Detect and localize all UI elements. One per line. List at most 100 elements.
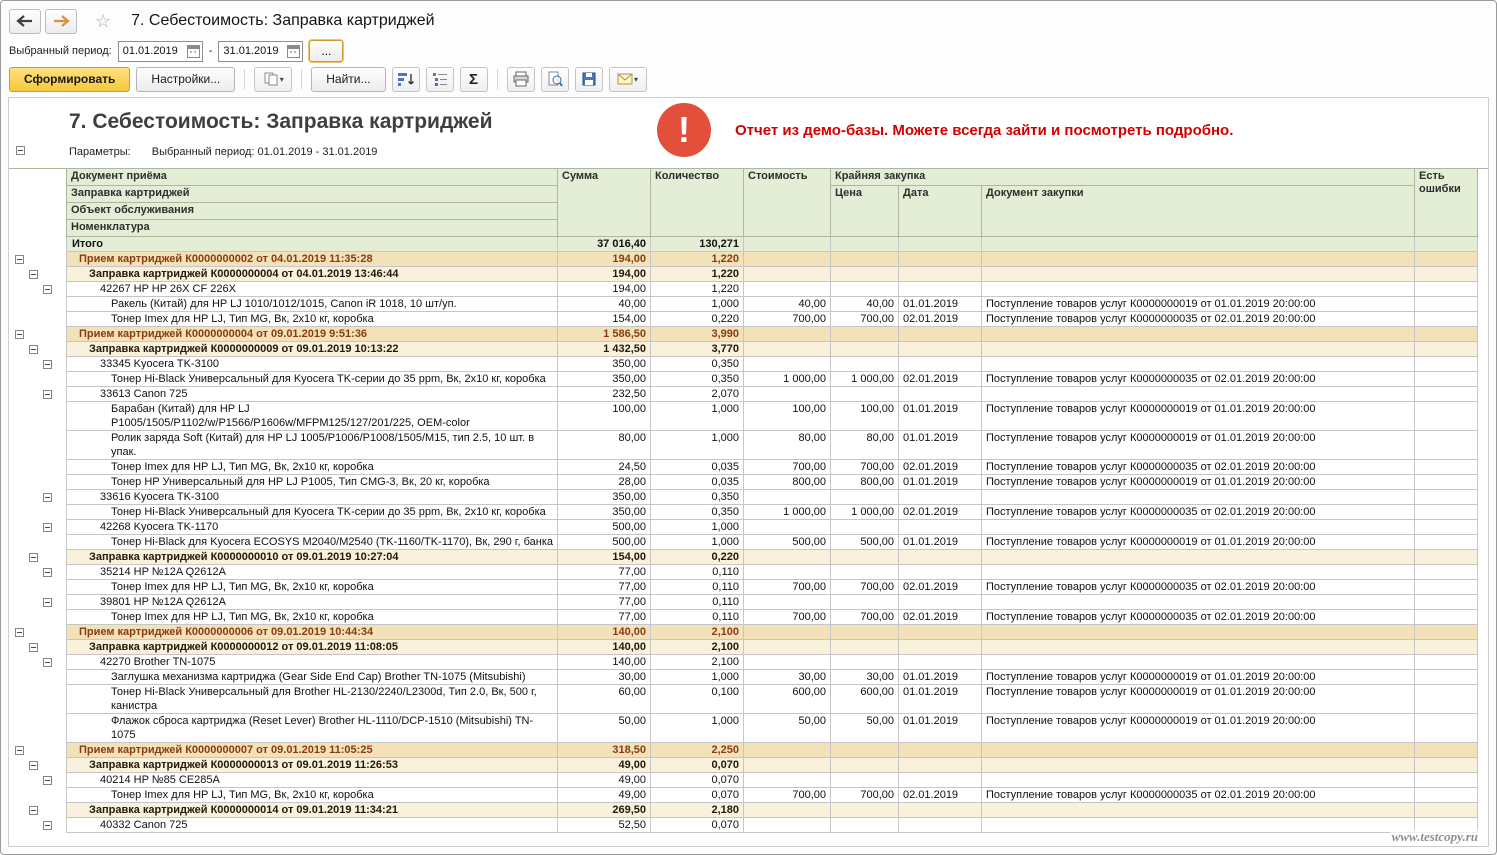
collapse-toggle[interactable]: [29, 345, 38, 354]
print-preview-icon: [547, 71, 563, 87]
cell-err: [1415, 565, 1478, 580]
cell-cost: [744, 595, 831, 610]
cell-price: [831, 342, 899, 357]
cell-price: 30,00: [831, 670, 899, 685]
header-obsluzhivaniya: Объект обслуживания: [66, 203, 558, 220]
collapse-toggle[interactable]: [43, 658, 52, 667]
save-button[interactable]: [575, 67, 603, 92]
collapse-toggle[interactable]: [43, 776, 52, 785]
collapse-toggle[interactable]: [15, 255, 24, 264]
cell-name: 35214 HP №12A Q2612A: [66, 565, 558, 580]
cell-cost: 50,00: [744, 714, 831, 743]
cell-date: 01.01.2019: [899, 685, 982, 714]
collapse-toggle[interactable]: [16, 146, 25, 155]
back-button[interactable]: [9, 9, 41, 34]
cell-cost: 500,00: [744, 535, 831, 550]
calendar-icon[interactable]: [287, 45, 300, 58]
cell-sum: 500,00: [558, 535, 651, 550]
report-window: ☆ 7. Себестоимость: Заправка картриджей …: [0, 0, 1497, 855]
cell-cost: [744, 550, 831, 565]
generate-button[interactable]: Сформировать: [9, 67, 130, 92]
cell-err: [1415, 670, 1478, 685]
cell-err: [1415, 475, 1478, 490]
cell-cost: 1 000,00: [744, 505, 831, 520]
date-from-input[interactable]: [123, 45, 185, 57]
grouping-structure-button[interactable]: [426, 67, 454, 92]
print-preview-button[interactable]: [541, 67, 569, 92]
cell-sum: 350,00: [558, 357, 651, 372]
forward-button[interactable]: [45, 9, 77, 34]
cell-qty: 1,220: [651, 267, 744, 282]
settings-button[interactable]: Настройки...: [136, 67, 235, 92]
cell-name: Прием картриджей К0000000007 от 09.01.20…: [66, 743, 558, 758]
date-to-input[interactable]: [223, 45, 285, 57]
collapse-toggle[interactable]: [15, 628, 24, 637]
cell-err: [1415, 520, 1478, 535]
collapse-toggle[interactable]: [43, 523, 52, 532]
cell-cost: [744, 252, 831, 267]
favorite-star-icon[interactable]: ☆: [95, 11, 111, 32]
table-row: 42270 Brother TN-1075140,002,100: [9, 655, 1488, 670]
period-more-button[interactable]: ...: [309, 40, 343, 62]
collapse-toggle[interactable]: [29, 270, 38, 279]
collapse-toggle[interactable]: [43, 360, 52, 369]
header-qty: Количество: [651, 169, 744, 237]
cell-sum: 50,00: [558, 714, 651, 743]
collapse-toggle[interactable]: [43, 285, 52, 294]
collapse-toggle[interactable]: [43, 821, 52, 830]
cell-sum: 80,00: [558, 431, 651, 460]
sort-descending-button[interactable]: [392, 67, 420, 92]
table-row: 42267 HP HP 26X CF 226X194,001,220: [9, 282, 1488, 297]
send-email-button[interactable]: ▾: [609, 67, 647, 92]
table-row: 40332 Canon 72552,500,070: [9, 818, 1488, 833]
cell-name: Заправка картриджей К0000000014 от 09.01…: [66, 803, 558, 818]
cell-name: Ролик заряда Soft (Китай) для HP LJ 1005…: [66, 431, 558, 460]
sum-button[interactable]: Σ: [460, 67, 488, 92]
collapse-toggle[interactable]: [43, 390, 52, 399]
cell-name: Прием картриджей К0000000002 от 04.01.20…: [66, 252, 558, 267]
cell-name: 40214 HP №85 CE285A: [66, 773, 558, 788]
header-date: Дата: [899, 186, 982, 237]
collapse-toggle[interactable]: [43, 493, 52, 502]
find-button[interactable]: Найти...: [311, 67, 385, 92]
cell-date: [899, 357, 982, 372]
collapse-toggle[interactable]: [15, 746, 24, 755]
copy-icon: [263, 71, 279, 87]
period-toolbar: Выбранный период: - ...: [1, 37, 1496, 65]
cell-qty: 1,000: [651, 535, 744, 550]
cell-doc: [982, 490, 1415, 505]
collapse-toggle[interactable]: [43, 568, 52, 577]
cell-date: 01.01.2019: [899, 431, 982, 460]
cell-err: [1415, 460, 1478, 475]
cell-qty: 2,100: [651, 655, 744, 670]
collapse-toggle[interactable]: [29, 761, 38, 770]
printer-icon: [513, 71, 529, 87]
cell-sum: 194,00: [558, 252, 651, 267]
table-row: Тонер Imex для HP LJ, Тип MG, Вк, 2x10 к…: [9, 788, 1488, 803]
cell-doc: [982, 550, 1415, 565]
cell-price: 40,00: [831, 297, 899, 312]
calendar-icon[interactable]: [187, 45, 200, 58]
cell-doc: [982, 565, 1415, 580]
collapse-toggle[interactable]: [43, 598, 52, 607]
collapse-toggle[interactable]: [29, 643, 38, 652]
cell-sum: 77,00: [558, 610, 651, 625]
report-variants-button[interactable]: ▾: [254, 67, 292, 92]
collapse-toggle[interactable]: [29, 806, 38, 815]
cell-price: [831, 640, 899, 655]
date-range-dash: -: [209, 45, 213, 57]
collapse-toggle[interactable]: [29, 553, 38, 562]
cell-qty: 2,070: [651, 387, 744, 402]
table-row: Барабан (Китай) для HP LJ P1005/1505/P11…: [9, 402, 1488, 431]
cell-price: [831, 357, 899, 372]
cell-price: [831, 743, 899, 758]
tree-gutter: [9, 625, 66, 640]
cell-qty: 0,110: [651, 565, 744, 580]
cell-name: 33613 Canon 725: [66, 387, 558, 402]
cell-cost: [744, 237, 831, 252]
print-button[interactable]: [507, 67, 535, 92]
collapse-toggle[interactable]: [15, 330, 24, 339]
cell-name: Тонер Imex для HP LJ, Тип MG, Вк, 2x10 к…: [66, 460, 558, 475]
cell-qty: 3,990: [651, 327, 744, 342]
cell-qty: 2,100: [651, 625, 744, 640]
